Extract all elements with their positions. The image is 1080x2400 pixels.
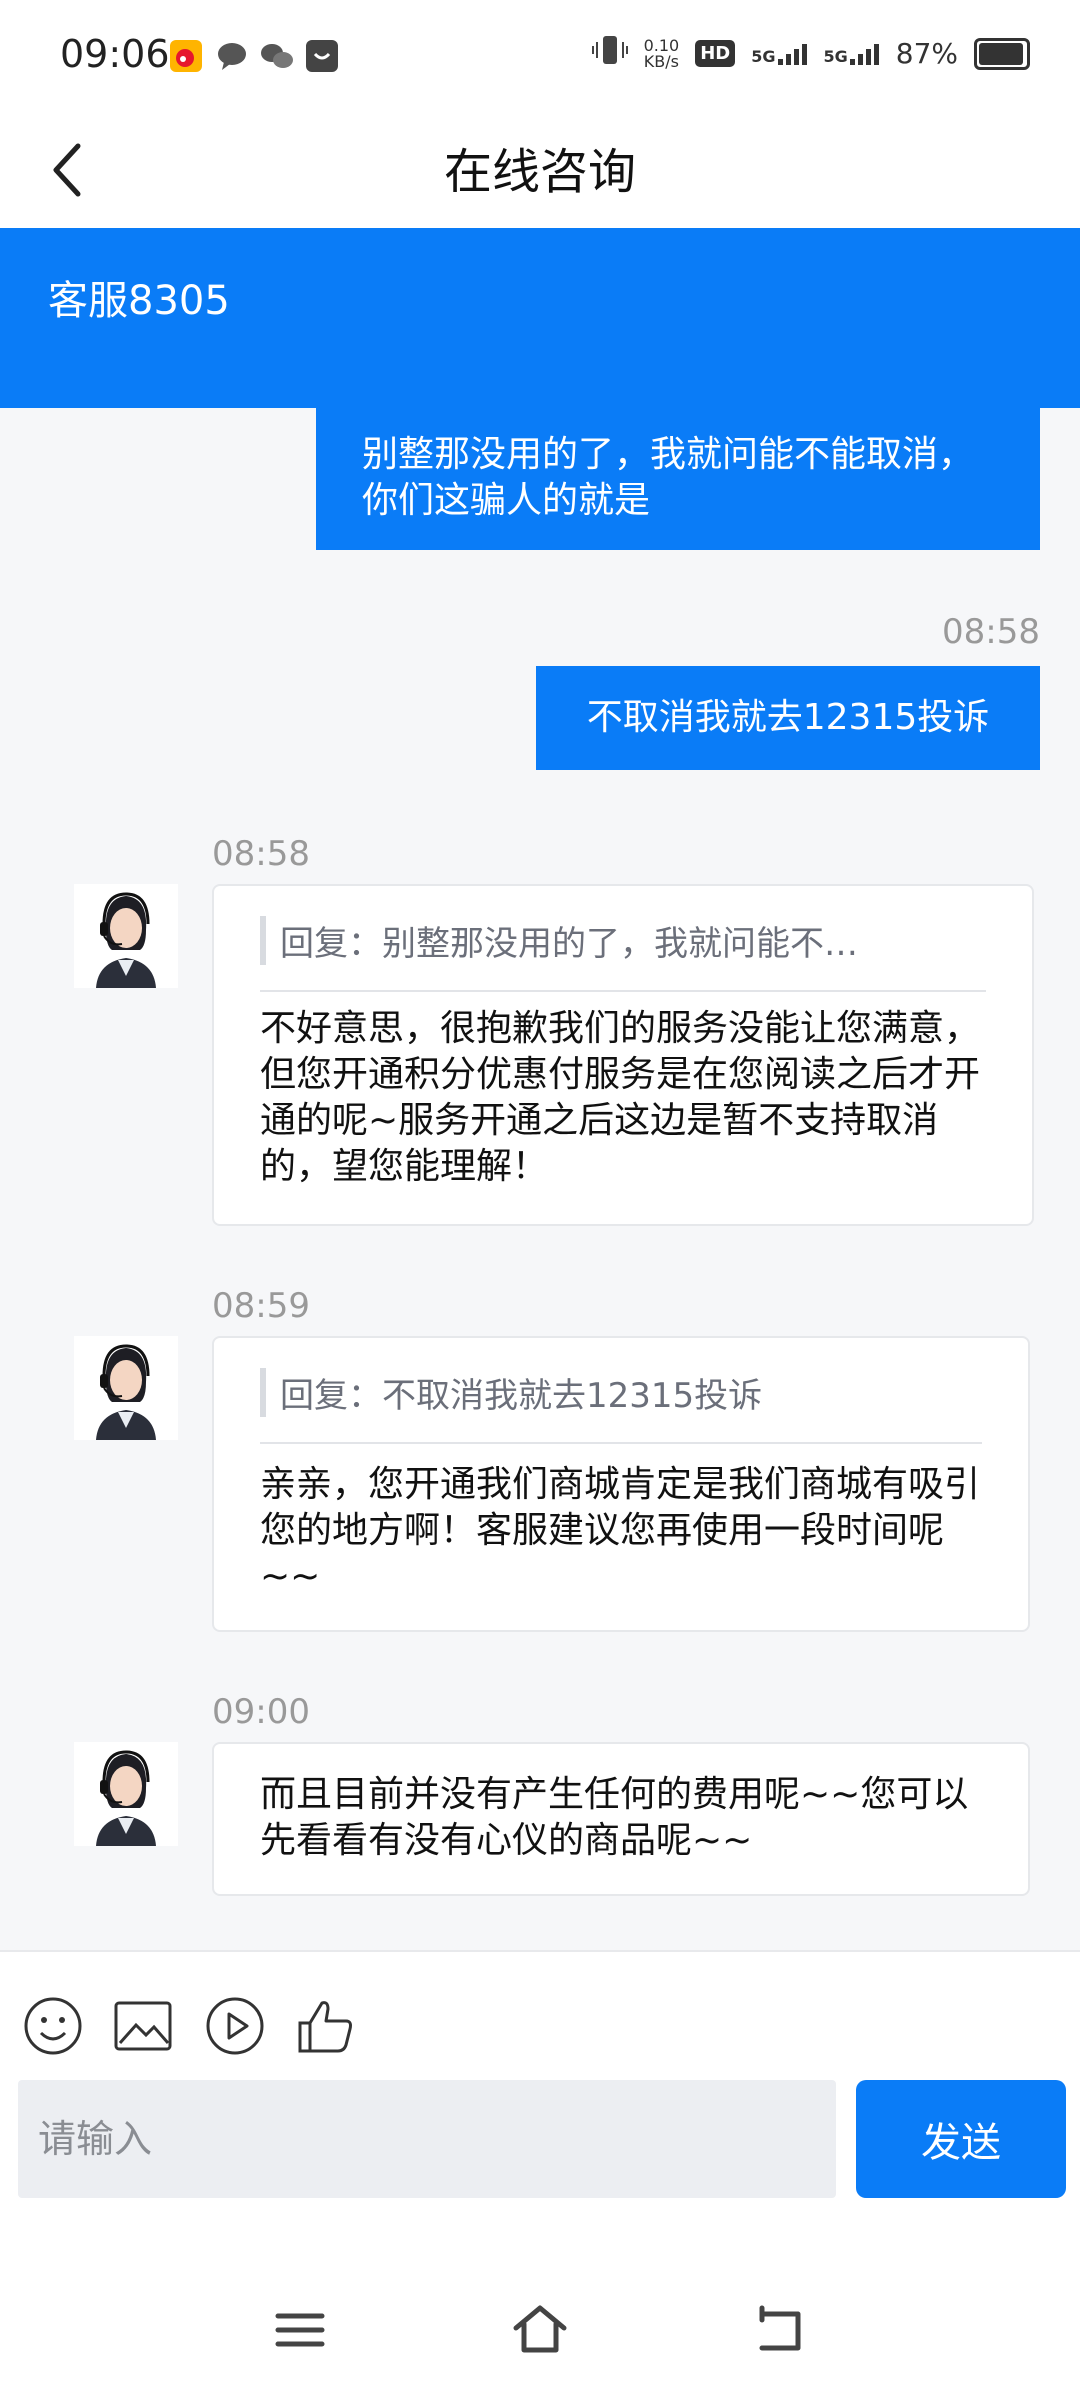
agent-message-card[interactable]: 回复：不取消我就去12315投诉 亲亲，您开通我们商城肯定是我们商城有吸引您的地… [212,1336,1030,1632]
reply-quote: 回复：不取消我就去12315投诉 [260,1368,982,1417]
user-message-bubble[interactable]: 不取消我就去12315投诉 [536,666,1040,770]
page-title: 在线咨询 [443,144,636,200]
video-icon[interactable] [204,1995,266,2057]
battery-icon [974,37,1030,70]
wechat-icon [260,40,293,72]
user-message-bubble[interactable]: 别整那没用的了，我就问能不能取消，你们这骗人的就是 [316,408,1040,550]
agent-message-card[interactable]: 而且目前并没有产生任何的费用呢~~您可以先看看有没有心仪的商品呢~~ [212,1742,1030,1896]
message-time: 08:59 [212,1286,310,1326]
hd-icon: HD [695,40,736,67]
shop-icon [306,40,338,72]
reply-quote: 回复：别整那没用的了，我就问能不… [260,916,986,965]
back-icon[interactable] [750,2300,810,2360]
quote-divider [260,990,986,992]
message-input[interactable] [18,2080,836,2198]
vibrate-icon [591,34,628,73]
signal-icon: 5G [751,43,807,65]
status-time: 09:06 [60,32,170,76]
message-time: 08:58 [212,834,310,874]
send-button[interactable]: 发送 [856,2080,1066,2198]
image-icon[interactable] [112,1995,174,2057]
agent-avatar [74,1336,178,1440]
emoji-icon[interactable] [22,1995,84,2057]
agent-message-text: 而且目前并没有产生任何的费用呢~~您可以先看看有没有心仪的商品呢~~ [260,1774,969,1861]
battery-text: 87% [895,37,958,70]
user-message-text: 别整那没用的了，我就问能不能取消，你们这骗人的就是 [362,434,975,521]
agent-message-text: 不好意思，很抱歉我们的服务没能让您满意，但您开通积分优惠付服务是在您阅读之后才开… [260,1008,981,1187]
menu-icon[interactable] [270,2300,330,2360]
signal-icon-2: 5G [824,43,880,65]
message-time: 09:00 [212,1692,310,1732]
net-speed: 0.10 KB/s [643,35,680,71]
agent-message-card[interactable]: 回复：别整那没用的了，我就问能不… 不好意思，很抱歉我们的服务没能让您满意，但您… [212,884,1034,1226]
agent-message-text: 亲亲，您开通我们商城肯定是我们商城有吸引您的地方啊！客服建议您再使用一段时间呢~… [260,1464,981,1597]
status-right: 0.10 KB/s HD 5G 5G 87% [591,34,1030,73]
agent-avatar [74,884,178,988]
user-message-text: 不取消我就去12315投诉 [586,697,990,738]
thumbs-up-icon[interactable] [294,1995,356,2057]
agent-avatar [74,1742,178,1846]
quote-divider [260,1442,982,1444]
message-time: 08:58 [942,612,1040,652]
weibo-icon [170,40,202,72]
message-icon [216,40,248,72]
home-icon[interactable] [510,2300,570,2360]
agent-name: 客服8305 [48,278,230,324]
